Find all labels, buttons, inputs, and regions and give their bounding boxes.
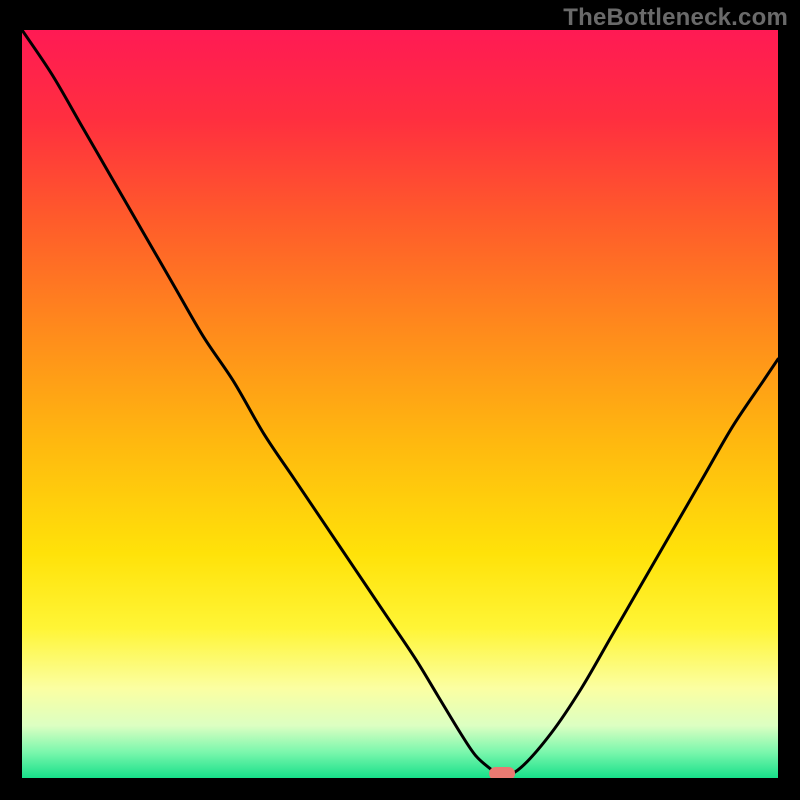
watermark-text: TheBottleneck.com [563, 4, 788, 32]
chart-plot-area [22, 30, 778, 778]
gradient-background [22, 30, 778, 778]
optimal-point-marker [489, 767, 515, 778]
chart-svg [22, 30, 778, 778]
chart-frame: TheBottleneck.com [0, 0, 800, 800]
